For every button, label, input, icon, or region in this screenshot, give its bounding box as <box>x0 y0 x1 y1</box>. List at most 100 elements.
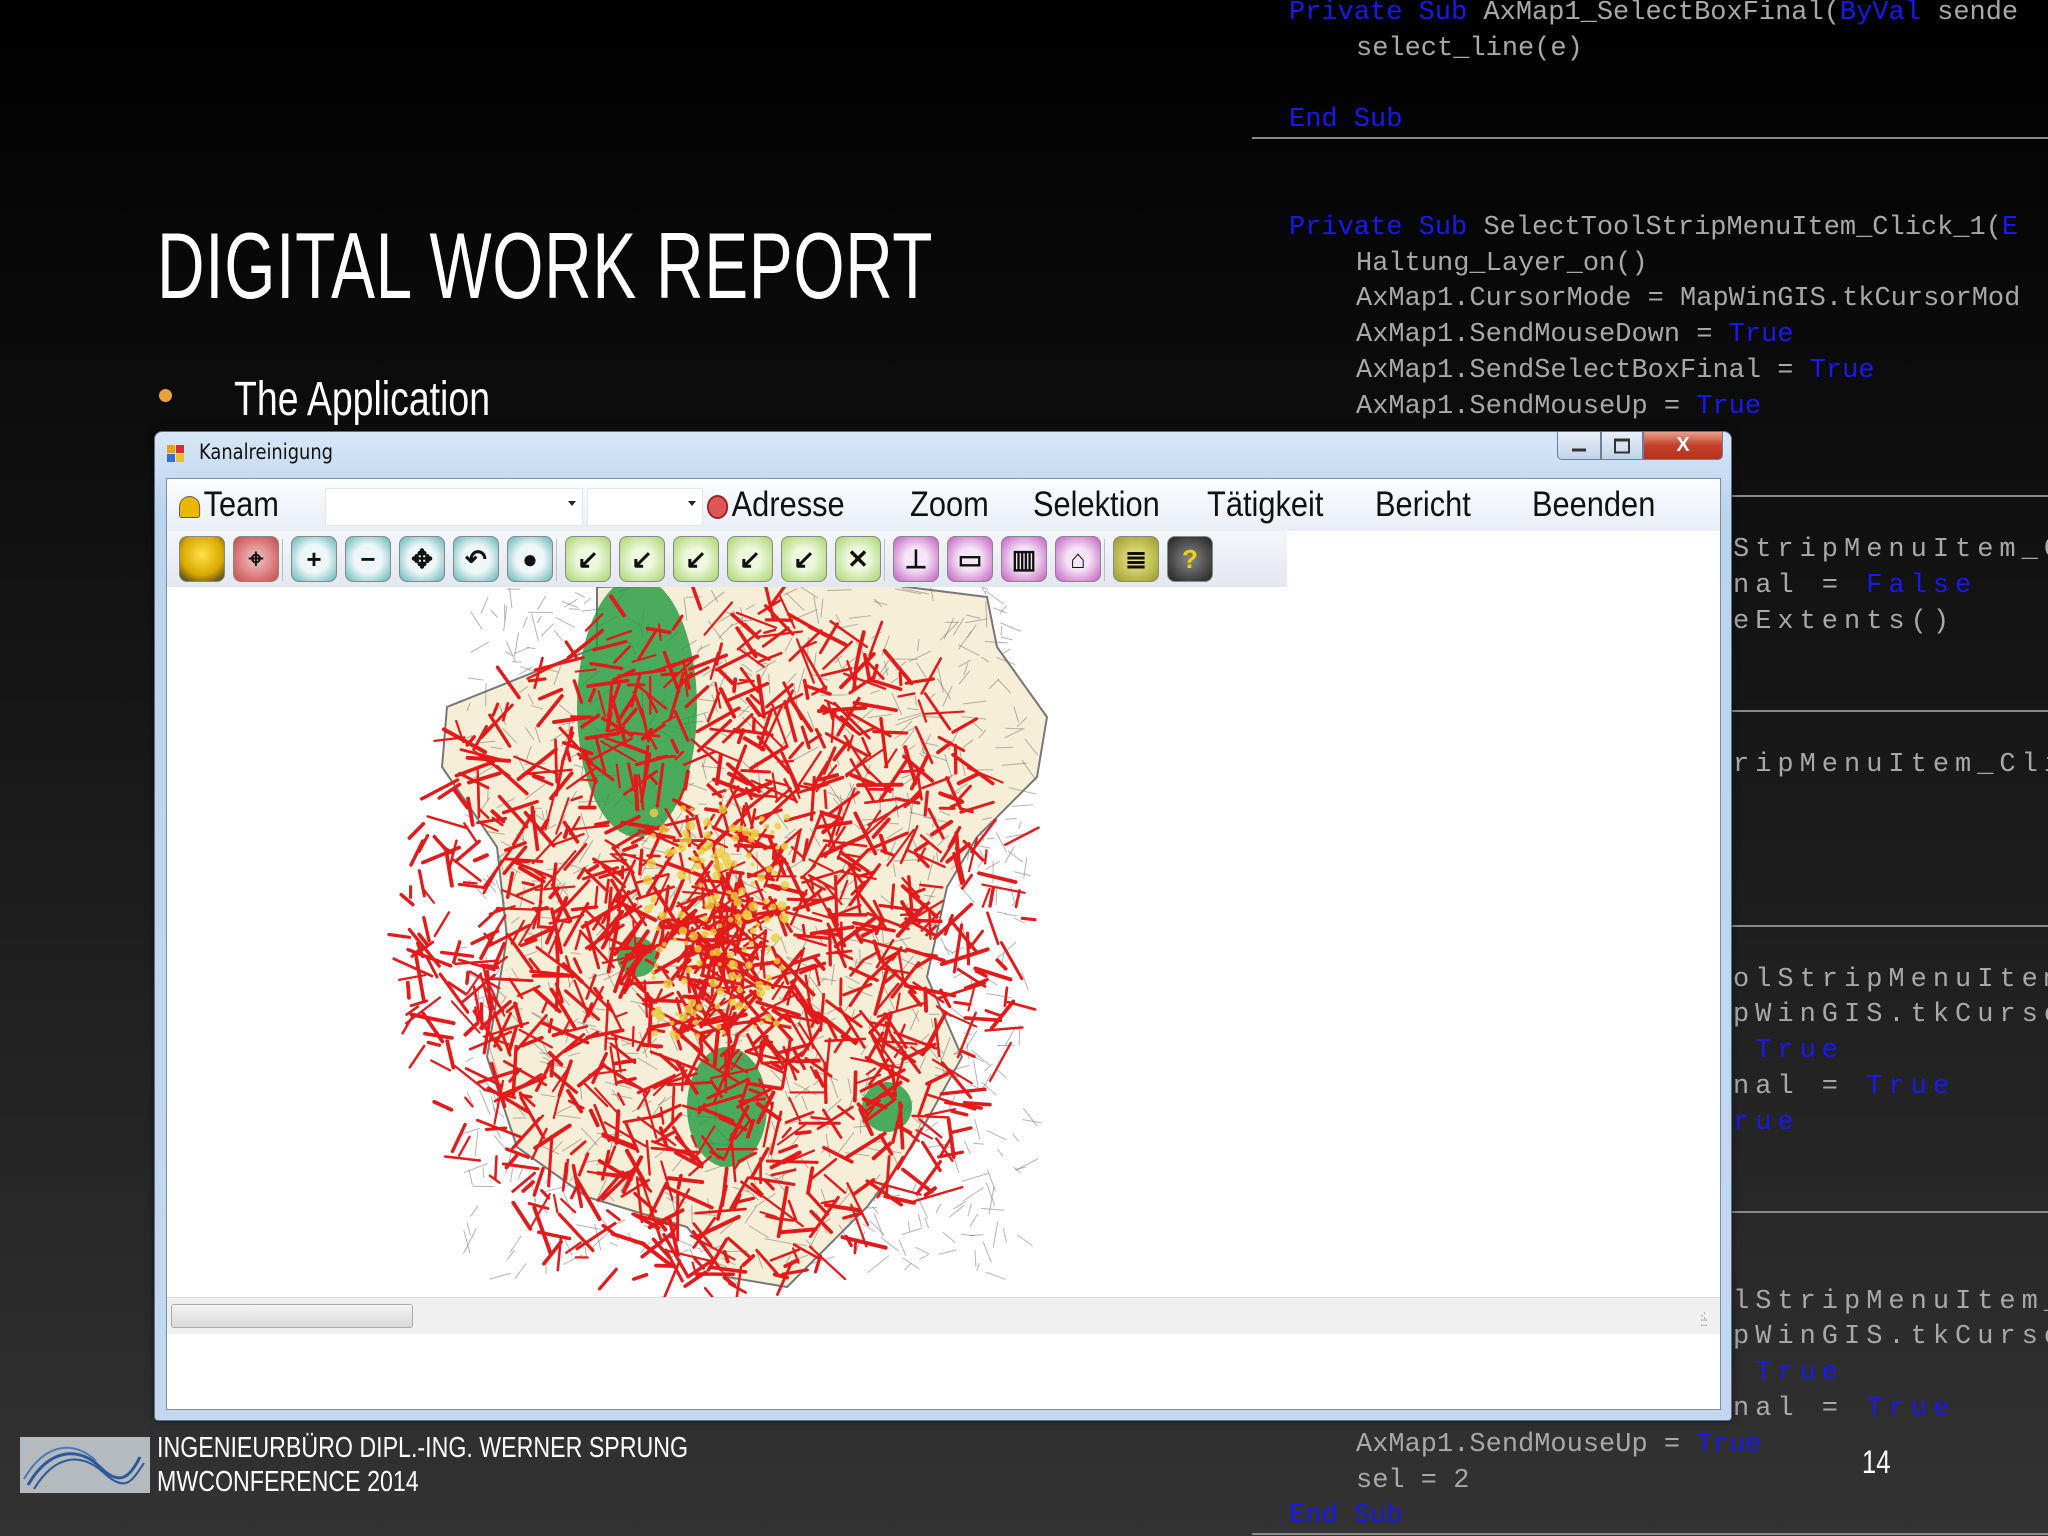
parcel-line <box>522 616 528 628</box>
pan-button[interactable]: ✥ <box>399 536 445 582</box>
selected-node <box>742 911 753 921</box>
select-pipe-grid-button[interactable]: ↙ <box>781 536 827 582</box>
sewer-pipe <box>387 932 412 939</box>
menu-selektion[interactable]: Selektion <box>1033 485 1160 525</box>
close-button[interactable]: X <box>1643 432 1723 460</box>
remove-pipe-selection-button[interactable]: ↙ <box>673 536 719 582</box>
selected-node <box>781 844 786 849</box>
chevron-down-icon <box>688 501 696 506</box>
sewer-pipe <box>564 1158 570 1181</box>
sewer-pipe <box>730 869 745 876</box>
maximize-button[interactable] <box>1601 432 1643 460</box>
sewer-pipe <box>463 822 479 845</box>
sewer-pipe <box>771 843 777 861</box>
selected-node <box>772 870 778 877</box>
selected-node <box>677 911 686 919</box>
menu-zoom[interactable]: Zoom <box>910 485 989 525</box>
resize-grip-icon[interactable]: ·:::: <box>1700 1309 1714 1328</box>
sewer-pipe <box>532 1205 553 1255</box>
minimize-button[interactable] <box>1557 432 1601 460</box>
code-keyword: True <box>1866 1394 1956 1425</box>
sewer-pipe <box>946 1117 956 1159</box>
sewer-pipe <box>638 848 644 876</box>
code-keyword: End Sub <box>1289 105 1403 136</box>
code-token: AxMap1_SelectBoxFinal( <box>1483 0 1840 28</box>
parcel-line <box>514 1263 527 1280</box>
member-combobox[interactable] <box>587 488 703 526</box>
team-helmet-button[interactable] <box>179 536 225 582</box>
horizontal-scrollbar[interactable]: ·:::: <box>167 1297 1720 1334</box>
parcel-line <box>536 615 542 624</box>
zoom-in-button[interactable]: + <box>291 536 337 582</box>
sewer-pipe <box>597 1267 618 1291</box>
sewer-pipe <box>852 1070 858 1103</box>
selected-node <box>658 824 669 835</box>
select-pipe-button[interactable]: ↙ <box>565 536 611 582</box>
slide-title: DIGITAL WORK REPORT <box>157 213 934 318</box>
selected-node <box>753 1025 758 1030</box>
code-line-text: nal = False <box>1733 569 1977 605</box>
menu-taetigkeit[interactable]: Tätigkeit <box>1207 485 1323 525</box>
sewer-pipe <box>950 1126 973 1134</box>
toolbar-separator <box>282 539 283 581</box>
sewer-pipe <box>409 1012 456 1026</box>
parcel-line <box>1007 850 1024 863</box>
selected-node <box>759 816 765 822</box>
manhole-button[interactable]: ⊥ <box>893 536 939 582</box>
parcel-line <box>996 1148 1004 1157</box>
menu-beenden[interactable]: Beenden <box>1532 485 1655 525</box>
parcel-line <box>505 640 516 662</box>
selected-node <box>765 865 774 873</box>
parcel-line <box>953 1157 960 1174</box>
help-button[interactable]: ? <box>1167 536 1213 582</box>
menu-team[interactable]: Team <box>179 485 279 525</box>
house-connection-button[interactable]: ⌂ <box>1055 536 1101 582</box>
selected-node <box>700 850 705 855</box>
camera-inspection-button[interactable]: ▭ <box>947 536 993 582</box>
sewer-pipe <box>983 849 988 865</box>
map-view[interactable] <box>167 587 1720 1297</box>
parcel-line <box>482 1167 485 1178</box>
select-pipe-device-button[interactable]: ↙ <box>727 536 773 582</box>
menu-bericht[interactable]: Bericht <box>1375 485 1471 525</box>
sewer-pipe <box>552 1194 559 1214</box>
sewer-pipe <box>445 1039 456 1070</box>
selected-node <box>778 964 785 971</box>
parcel-line <box>553 629 563 642</box>
selected-node <box>755 980 764 990</box>
sewer-pipe <box>570 1186 578 1200</box>
selected-node <box>672 937 677 942</box>
parcel-line <box>465 1056 474 1063</box>
address-target-button[interactable]: ⌖ <box>233 536 279 582</box>
selected-node <box>702 915 709 922</box>
full-extent-button[interactable]: ● <box>507 536 553 582</box>
parcel-line <box>474 1130 479 1157</box>
selected-node <box>699 857 705 864</box>
full-extent-icon: ● <box>522 543 538 574</box>
code-line-text: ripMenuItem_Click(E <box>1733 748 2048 784</box>
sewer-pipe <box>765 1159 819 1164</box>
selected-node <box>774 822 782 830</box>
zoom-out-button[interactable]: − <box>345 536 391 582</box>
report-scroll-button[interactable]: ≣ <box>1113 536 1159 582</box>
selected-node <box>694 945 702 953</box>
parcel-line <box>536 595 547 610</box>
clear-pipe-selection-button[interactable]: ✕ <box>835 536 881 582</box>
team-combobox[interactable] <box>325 488 583 526</box>
add-pipe-selection-button[interactable]: ↙ <box>619 536 665 582</box>
previous-view-button[interactable]: ↶ <box>453 536 499 582</box>
parcel-line <box>935 1203 942 1213</box>
parcel-line <box>963 1140 971 1155</box>
selected-node <box>708 894 717 904</box>
sewer-pipe <box>554 935 560 963</box>
code-token: eExtents() <box>1733 606 1956 637</box>
camera-inspection-icon: ▭ <box>957 543 983 574</box>
scrollbar-thumb[interactable] <box>171 1304 413 1328</box>
sewer-pipe <box>457 882 484 889</box>
menu-adresse[interactable]: Adresse <box>707 485 845 525</box>
grate-button[interactable]: ▥ <box>1001 536 1047 582</box>
code-token: nal = <box>1733 1071 1867 1102</box>
menu-adresse-label: Adresse <box>731 485 845 524</box>
sewer-pipe <box>450 1000 481 1034</box>
parcel-line <box>463 1163 488 1174</box>
